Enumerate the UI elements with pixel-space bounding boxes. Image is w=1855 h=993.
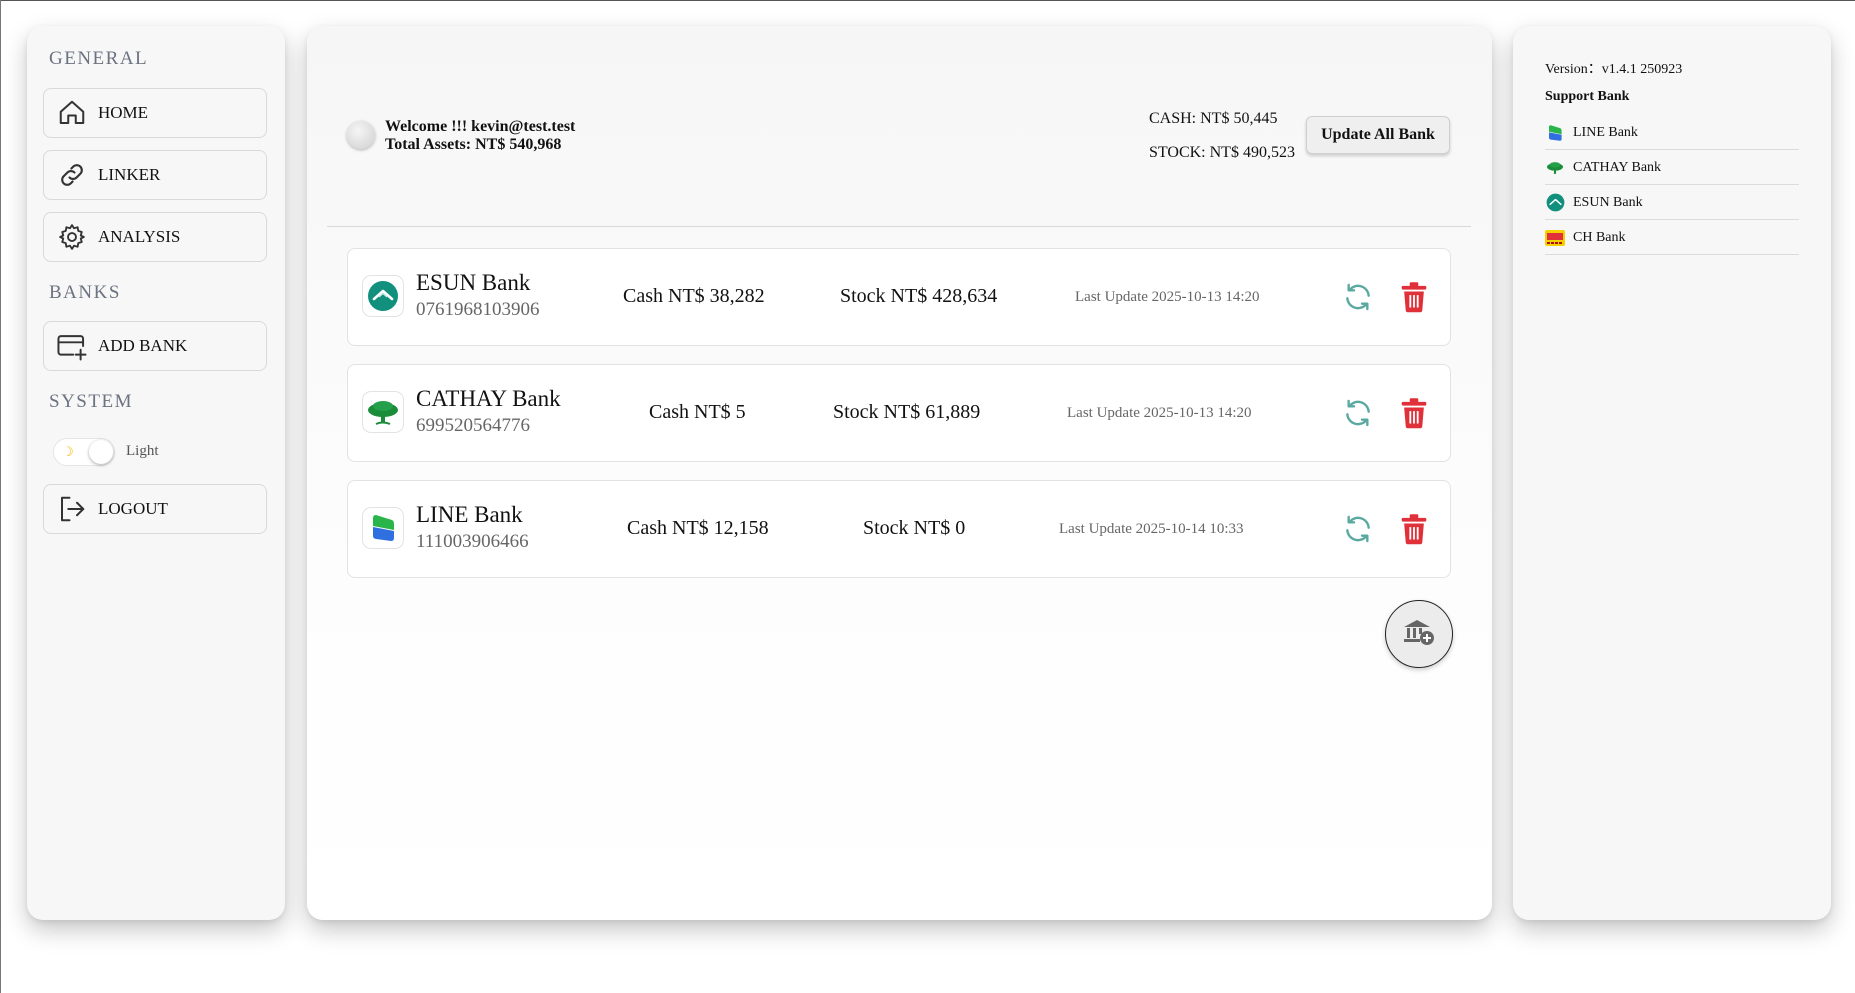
cathay-logo-icon <box>1545 158 1565 178</box>
trash-icon[interactable] <box>1400 397 1428 429</box>
nav-add-bank-label: ADD BANK <box>98 336 188 355</box>
refresh-icon[interactable] <box>1342 281 1374 313</box>
ch-bank-logo-icon <box>1545 228 1565 248</box>
info-panel: Version：v1.4.1 250923 Support Bank LINE … <box>1513 26 1831 920</box>
bank-name: ESUN Bank <box>416 270 531 295</box>
bank-name: CATHAY Bank <box>416 386 561 411</box>
bank-last-update: Last Update 2025-10-13 14:20 <box>1067 405 1252 421</box>
bank-account: 111003906466 <box>416 531 529 552</box>
support-bank-title: Support Bank <box>1545 89 1630 104</box>
nav-analysis-label: ANALYSIS <box>98 227 181 246</box>
bank-account: 699520564776 <box>416 415 530 436</box>
bank-card-esun: ESUN Bank 0761968103906 Cash NT$ 38,282 … <box>347 248 1451 346</box>
welcome-text: Welcome !!! kevin@test.test <box>385 118 576 135</box>
support-bank-item: ESUN Bank <box>1545 186 1799 220</box>
support-bank-item: LINE Bank <box>1545 116 1799 150</box>
bank-last-update: Last Update 2025-10-14 10:33 <box>1059 521 1244 537</box>
trash-icon[interactable] <box>1400 513 1428 545</box>
support-bank-label: LINE Bank <box>1573 124 1638 140</box>
support-bank-item: CH Bank <box>1545 221 1799 255</box>
support-bank-label: ESUN Bank <box>1573 194 1643 210</box>
cash-summary: CASH: NT$ 50,445 <box>1149 110 1278 127</box>
theme-toggle[interactable]: ☽ <box>53 438 115 466</box>
bank-card-cathay: CATHAY Bank 699520564776 Cash NT$ 5 Stoc… <box>347 364 1451 462</box>
bank-card-line: LINE Bank 111003906466 Cash NT$ 12,158 S… <box>347 480 1451 578</box>
bank-stock: Stock NT$ 428,634 <box>840 285 998 307</box>
refresh-icon[interactable] <box>1342 397 1374 429</box>
update-all-bank-button[interactable]: Update All Bank <box>1306 116 1450 154</box>
sidebar: GENERAL HOME LINKER ANALYSIS BANKS ADD B… <box>27 26 285 920</box>
logout-icon <box>56 493 88 525</box>
bank-stock: Stock NT$ 61,889 <box>833 401 981 423</box>
cathay-logo-icon <box>362 391 404 433</box>
nav-add-bank-button[interactable]: ADD BANK <box>43 321 267 371</box>
bank-cash: Cash NT$ 12,158 <box>627 517 769 539</box>
nav-logout-label: LOGOUT <box>98 499 168 518</box>
nav-logout-button[interactable]: LOGOUT <box>43 484 267 534</box>
esun-logo-icon <box>362 275 404 317</box>
home-icon <box>56 97 88 129</box>
bank-name: LINE Bank <box>416 502 523 527</box>
gear-icon <box>56 221 88 253</box>
support-bank-label: CH Bank <box>1573 229 1626 245</box>
welcome-block: Welcome !!! kevin@test.test Total Assets… <box>385 118 575 154</box>
nav-linker-label: LINKER <box>98 165 161 184</box>
stock-summary: STOCK: NT$ 490,523 <box>1149 144 1295 161</box>
banks-section-title: BANKS <box>49 282 121 303</box>
link-icon <box>56 159 88 191</box>
bank-account: 0761968103906 <box>416 299 540 320</box>
trash-icon[interactable] <box>1400 281 1428 313</box>
toggle-knob <box>89 440 113 464</box>
version-text: Version：v1.4.1 250923 <box>1545 62 1683 77</box>
nav-linker-button[interactable]: LINKER <box>43 150 267 200</box>
system-section-title: SYSTEM <box>49 391 133 412</box>
bank-add-icon <box>1402 617 1436 652</box>
add-card-icon <box>56 330 88 362</box>
refresh-icon[interactable] <box>1342 513 1374 545</box>
esun-logo-icon <box>1545 193 1565 213</box>
theme-toggle-label: Light <box>126 443 159 459</box>
line-logo-icon <box>1545 123 1565 143</box>
nav-analysis-button[interactable]: ANALYSIS <box>43 212 267 262</box>
nav-home-label: HOME <box>98 103 149 122</box>
support-bank-item: CATHAY Bank <box>1545 151 1799 185</box>
nav-home-button[interactable]: HOME <box>43 88 267 138</box>
bank-last-update: Last Update 2025-10-13 14:20 <box>1075 289 1260 305</box>
main-content: Welcome !!! kevin@test.test Total Assets… <box>307 26 1492 920</box>
general-section-title: GENERAL <box>49 48 149 69</box>
header-divider <box>327 226 1471 227</box>
add-bank-fab[interactable] <box>1385 600 1453 668</box>
avatar <box>347 121 375 149</box>
bank-cash: Cash NT$ 38,282 <box>623 285 765 307</box>
moon-icon: ☽ <box>62 444 74 459</box>
total-assets: Total Assets: NT$ 540,968 <box>385 136 562 153</box>
bank-stock: Stock NT$ 0 <box>863 517 966 539</box>
support-bank-label: CATHAY Bank <box>1573 159 1662 175</box>
bank-cash: Cash NT$ 5 <box>649 401 746 423</box>
line-logo-icon <box>362 507 404 549</box>
